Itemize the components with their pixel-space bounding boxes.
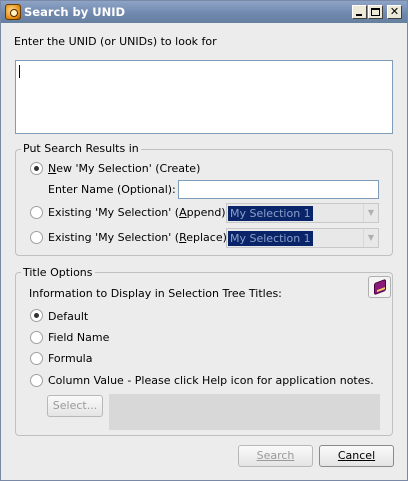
replace-selection-label[interactable]: Existing 'My Selection' (Replace): [48, 231, 231, 244]
unid-prompt-label: Enter the UNID (or UNIDs) to look for [14, 35, 217, 48]
replace-combo-value: My Selection 1 [228, 231, 313, 246]
close-icon: ✕ [389, 5, 400, 18]
append-combo-value: My Selection 1 [228, 206, 313, 221]
title-bar[interactable]: Search by UNID ✕ [1, 1, 407, 23]
text-caret [19, 65, 20, 78]
maximize-icon [371, 8, 380, 16]
title-formula-radio[interactable] [30, 352, 43, 365]
enter-name-label: Enter Name (Optional): [48, 183, 176, 196]
help-button[interactable] [368, 276, 391, 298]
replace-selection-combo[interactable]: My Selection 1 ▼ [226, 228, 379, 248]
app-icon [5, 4, 21, 20]
append-selection-radio[interactable] [30, 206, 43, 219]
chevron-down-icon: ▼ [363, 229, 378, 247]
title-formula-label[interactable]: Formula [48, 352, 92, 365]
title-default-radio[interactable] [30, 309, 43, 322]
title-field-name-label[interactable]: Field Name [48, 331, 109, 344]
select-button[interactable]: Select... [47, 395, 103, 417]
append-selection-combo[interactable]: My Selection 1 ▼ [226, 203, 379, 223]
column-value-display [109, 394, 380, 430]
append-selection-label[interactable]: Existing 'My Selection' (Append): [48, 206, 229, 219]
minimize-icon [356, 14, 362, 16]
title-options-legend: Title Options [21, 266, 95, 279]
title-info-label: Information to Display in Selection Tree… [29, 287, 282, 300]
minimize-button[interactable] [352, 5, 367, 19]
new-selection-radio[interactable] [30, 162, 43, 175]
replace-selection-radio[interactable] [30, 231, 43, 244]
unid-input[interactable] [15, 60, 393, 134]
maximize-button[interactable] [368, 5, 383, 19]
title-column-value-radio[interactable] [30, 374, 43, 387]
search-by-unid-dialog: Search by UNID ✕ Enter the UNID (or UNID… [0, 0, 408, 481]
new-selection-label[interactable]: New 'My Selection' (Create) [48, 162, 200, 175]
close-button[interactable]: ✕ [387, 5, 402, 19]
title-default-label[interactable]: Default [48, 310, 88, 323]
search-button[interactable]: Search [238, 445, 313, 467]
title-field-name-radio[interactable] [30, 331, 43, 344]
chevron-down-icon: ▼ [363, 204, 378, 222]
help-book-icon [374, 278, 386, 296]
cancel-button[interactable]: Cancel [319, 445, 394, 467]
selection-name-input[interactable] [178, 180, 379, 199]
title-column-value-label[interactable]: Column Value - Please click Help icon fo… [48, 374, 374, 387]
search-results-legend: Put Search Results in [21, 142, 141, 155]
window-title: Search by UNID [24, 5, 126, 19]
